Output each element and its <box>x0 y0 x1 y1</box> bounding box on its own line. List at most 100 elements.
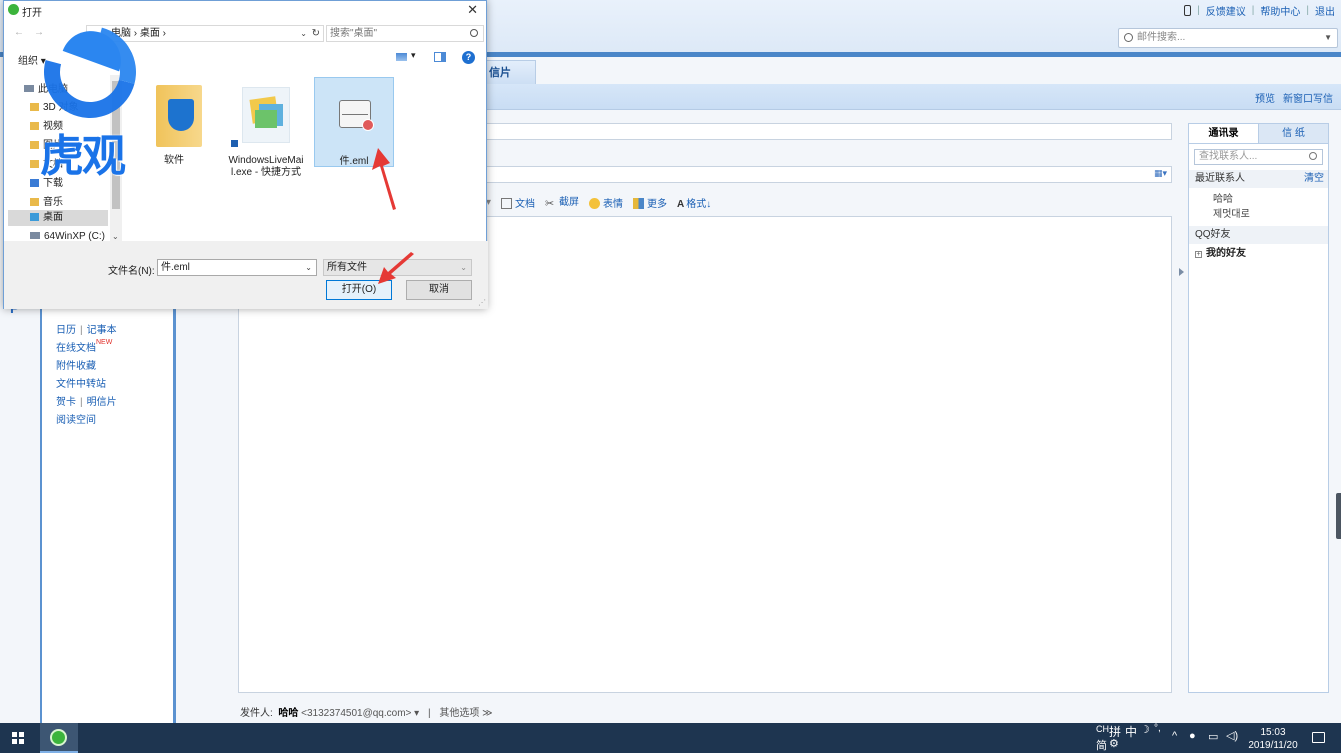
grid-icon <box>633 197 645 209</box>
logo-swirl-icon <box>27 9 153 135</box>
tab-postcard[interactable]: 信片 <box>486 60 536 84</box>
collapse-panel-icon[interactable] <box>1179 268 1184 276</box>
subject-field[interactable]: ▦▾ <box>486 166 1172 183</box>
greeting-card-link[interactable]: 贺卡 <box>56 397 76 408</box>
sender-dropdown-icon[interactable]: ▾ <box>414 708 419 719</box>
tree-item-music[interactable]: 音乐 <box>30 193 63 208</box>
file-transfer-link[interactable]: 文件中转站 <box>56 375 106 390</box>
email-file-icon <box>339 100 374 131</box>
chevron-down-icon[interactable]: ⌄ <box>305 260 312 275</box>
close-icon[interactable]: ✕ <box>467 2 478 18</box>
folder-search-input[interactable]: 搜索"桌面" <box>326 25 484 42</box>
file-item-eml[interactable]: 件.eml <box>314 77 394 167</box>
start-button[interactable] <box>0 723 36 753</box>
windows-logo-icon <box>12 732 24 744</box>
chevron-down-icon[interactable]: ▼ <box>1324 29 1332 47</box>
chevron-up-icon[interactable]: ^ <box>1172 730 1177 742</box>
format-bar: ▾ 文档 ✂ 截屏 表情 更多 A 格式↓ <box>486 193 711 211</box>
scissors-icon: ✂ <box>545 198 555 210</box>
resize-grip-icon[interactable]: ⋰ <box>478 298 486 307</box>
sender-name: 哈哈 <box>278 708 299 719</box>
recipient-field[interactable] <box>486 123 1172 140</box>
tab-stationery[interactable]: 信 纸 <box>1259 124 1328 143</box>
header-links: | 反馈建议 | 帮助中心 | 退出 <box>1184 3 1335 18</box>
file-item-software[interactable]: 软件 <box>134 77 214 169</box>
format-button[interactable]: A 格式↓ <box>677 195 711 210</box>
document-icon <box>501 197 513 209</box>
music-icon <box>30 198 39 206</box>
tree-item-desktop[interactable]: 桌面 <box>8 210 108 226</box>
mail-search-input[interactable]: 邮件搜索... ▼ <box>1118 28 1338 48</box>
dialog-titlebar: 打开 ✕ <box>4 1 486 20</box>
mobile-icon[interactable] <box>1184 5 1192 16</box>
volume-icon[interactable]: ◁) <box>1226 729 1238 742</box>
pc-icon <box>24 85 34 92</box>
badge-icon <box>362 119 374 131</box>
contacts-tabs: 通讯录 信 纸 <box>1189 124 1328 144</box>
contact-item[interactable]: 제멋대로 <box>1189 207 1328 222</box>
help-link[interactable]: 帮助中心 <box>1260 3 1300 18</box>
calendar-link[interactable]: 日历 <box>56 325 76 336</box>
my-friends-group[interactable]: + 我的好友 <box>1189 244 1328 264</box>
refresh-icon[interactable]: ↻ <box>312 26 320 41</box>
watermark-logo: 虎观 <box>27 9 153 182</box>
contact-item[interactable]: 哈哈 <box>1189 192 1328 207</box>
filetype-select[interactable]: 所有文件 ⌄ <box>323 259 472 276</box>
back-arrow-icon[interactable]: ← <box>14 27 24 38</box>
logout-link[interactable]: 退出 <box>1315 3 1335 18</box>
help-icon[interactable]: ? <box>462 51 475 64</box>
online-docs-link[interactable]: 在线文档 <box>56 343 96 354</box>
search-icon <box>470 29 478 37</box>
expand-plus-icon[interactable]: + <box>1195 251 1202 258</box>
qq-penguin-icon[interactable]: ● <box>1189 730 1196 742</box>
clock[interactable]: 15:03 2019/11/20 <box>1245 726 1301 752</box>
file-list: 软件 WindowsLiveMail.exe - 快捷方式 件.eml <box>126 75 486 241</box>
grid-view-icon[interactable]: ▦▾ <box>1154 168 1167 179</box>
more-button[interactable]: 更多 <box>633 195 667 210</box>
open-button[interactable]: 打开(O) <box>326 280 392 300</box>
postcard-link[interactable]: 明信片 <box>87 397 117 408</box>
expand-icon[interactable]: ≫ <box>482 708 492 719</box>
attachments-link[interactable]: 附件收藏 <box>56 357 96 372</box>
feedback-link[interactable]: 反馈建议 <box>1206 3 1246 18</box>
contact-search-input[interactable]: 查找联系人... <box>1194 149 1323 165</box>
tab-address-book[interactable]: 通讯录 <box>1189 124 1259 143</box>
view-icon[interactable] <box>396 53 407 61</box>
punctuation-icon[interactable]: °, <box>1154 723 1161 734</box>
filename-label: 文件名(N): <box>108 266 155 277</box>
reading-space-link[interactable]: 阅读空间 <box>56 411 96 426</box>
screenshot-button[interactable]: ✂ 截屏 <box>545 193 579 211</box>
windows-live-mail-icon <box>242 87 290 143</box>
chevron-down-icon[interactable]: ⌄ <box>460 260 467 275</box>
folder-icon <box>156 85 202 147</box>
clear-recent-button[interactable]: 清空 <box>1304 170 1324 188</box>
ime-lang[interactable]: CH <box>1096 724 1109 734</box>
shortcut-arrow-icon <box>230 139 239 148</box>
chevron-down-icon[interactable]: ⌄ <box>300 26 307 41</box>
other-options-link[interactable]: 其他选项 <box>439 708 479 719</box>
scroll-down-icon[interactable]: ⌄ <box>112 232 119 241</box>
notification-icon[interactable] <box>1312 732 1325 743</box>
new-window-button[interactable]: 新窗口写信 <box>1283 90 1333 105</box>
moon-icon[interactable]: ☽ <box>1140 723 1150 736</box>
taskbar-app-browser[interactable] <box>40 723 78 753</box>
notes-link[interactable]: 记事本 <box>87 325 117 336</box>
view-dropdown-icon[interactable]: ▾ <box>411 50 416 61</box>
ime-settings-icon[interactable]: ⚙ <box>1109 737 1119 750</box>
doc-button[interactable]: 文档 <box>501 195 535 210</box>
preview-button[interactable]: 预览 <box>1255 90 1275 105</box>
preview-pane-icon[interactable] <box>434 52 446 62</box>
qq-friends-header: QQ好友 <box>1189 226 1328 244</box>
recent-contacts-header: 最近联系人 清空 <box>1189 170 1328 188</box>
desktop-icon <box>30 213 39 221</box>
file-item-windows-live-mail[interactable]: WindowsLiveMail.exe - 快捷方式 <box>226 77 306 178</box>
side-handle[interactable] <box>1336 493 1341 539</box>
filename-input[interactable]: 件.eml ⌄ <box>157 259 317 276</box>
app-icon <box>8 4 19 15</box>
ime-mode[interactable]: 中 <box>1125 723 1137 740</box>
network-icon[interactable]: ▭ <box>1208 730 1218 743</box>
cancel-button[interactable]: 取消 <box>406 280 472 300</box>
ime-simplified[interactable]: 简 <box>1096 737 1107 753</box>
emoji-button[interactable]: 表情 <box>589 195 623 210</box>
sender-email[interactable]: <3132374501@qq.com> <box>301 708 411 719</box>
